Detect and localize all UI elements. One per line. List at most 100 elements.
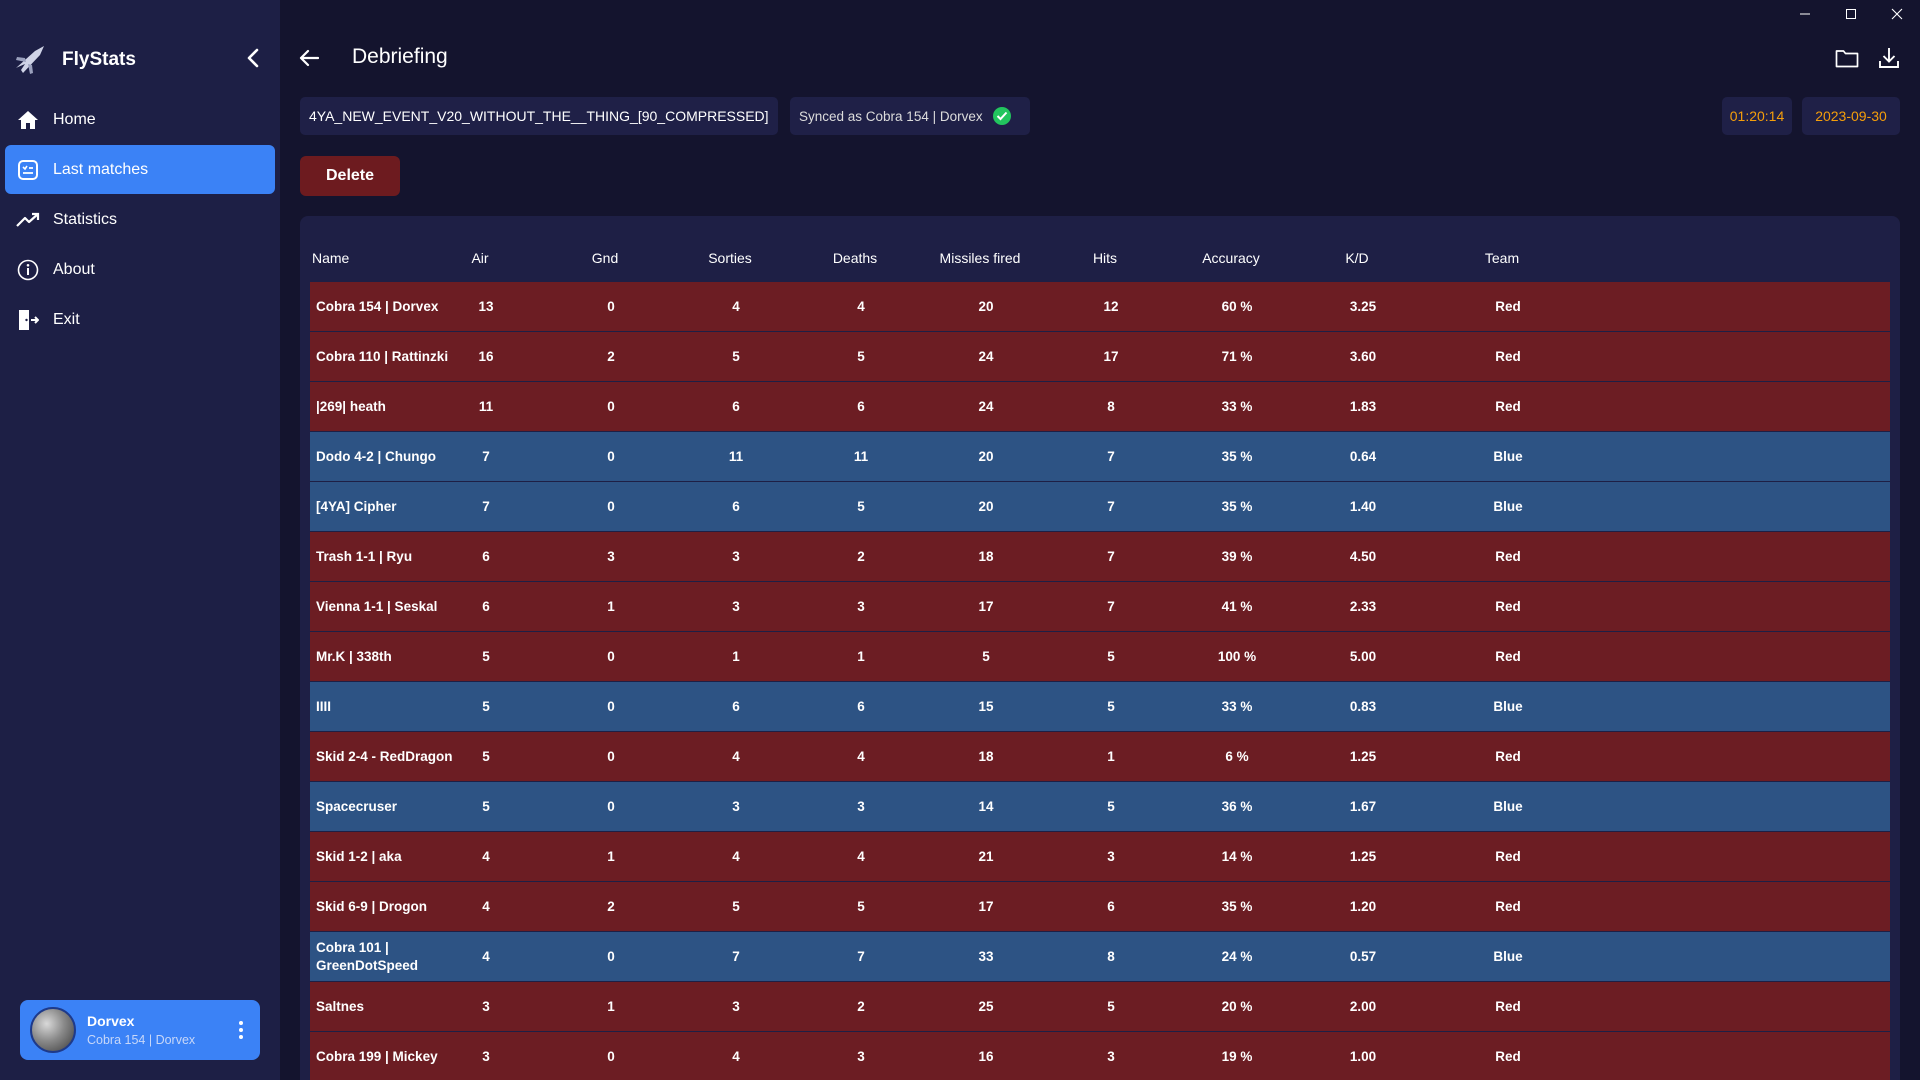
table-row[interactable]: [4YA] Cipher 7 0 6 5 20 7 35 % 1.40 Blue	[310, 482, 1890, 531]
cell-hits: 7	[1107, 548, 1115, 564]
back-button[interactable]	[296, 45, 322, 71]
cell-sorties: 4	[732, 298, 740, 314]
cell-deaths: 7	[857, 948, 865, 964]
cell-kd: 2.33	[1349, 598, 1377, 614]
avatar	[30, 1007, 76, 1053]
sidebar-item-exit[interactable]: Exit	[5, 295, 275, 344]
column-header-sorties[interactable]: Sorties	[708, 250, 752, 266]
column-header-name[interactable]: Name	[312, 250, 349, 266]
cell-sorties: 11	[728, 448, 744, 464]
column-header-gnd[interactable]: Gnd	[592, 250, 618, 266]
delete-button[interactable]: Delete	[300, 156, 400, 196]
cell-air: 4	[482, 898, 490, 914]
cell-hits: 7	[1107, 598, 1115, 614]
cell-accuracy: 36 %	[1221, 798, 1253, 814]
column-header-team[interactable]: Team	[1485, 250, 1519, 266]
column-header-accuracy[interactable]: Accuracy	[1202, 250, 1260, 266]
cell-sorties: 5	[732, 898, 740, 914]
cell-air: 4	[482, 948, 490, 964]
cell-air: 7	[482, 448, 490, 464]
cell-sorties: 6	[732, 698, 740, 714]
cell-hits: 7	[1107, 498, 1115, 514]
cell-gnd: 1	[607, 998, 615, 1014]
cell-kd: 1.00	[1349, 1048, 1377, 1064]
cell-deaths: 11	[853, 448, 869, 464]
sidebar-item-about[interactable]: About	[5, 245, 275, 294]
table-row[interactable]: Skid 2-4 - RedDragon 5 0 4 4 18 1 6 % 1.25 Red	[310, 732, 1890, 781]
minimize-icon	[1800, 13, 1810, 15]
cell-hits: 5	[1107, 998, 1115, 1014]
cell-team: Red	[1495, 598, 1521, 614]
table-header: Name Air Gnd Sorties Deaths Missiles fired Hit…	[310, 238, 1890, 278]
cell-air: 16	[478, 348, 494, 364]
cell-accuracy: 35 %	[1221, 448, 1253, 464]
cell-deaths: 2	[857, 548, 865, 564]
table-row[interactable]: Vienna 1-1 | Seskal 6 1 3 3 17 7 41 % 2.33 Red	[310, 582, 1890, 631]
table-row[interactable]: Trash 1-1 | Ryu 6 3 3 2 18 7 39 % 4.50 Red	[310, 532, 1890, 581]
table-row[interactable]: Cobra 154 | Dorvex 13 0 4 4 20 12 60 % 3.25 Red	[310, 282, 1890, 331]
table-row[interactable]: Saltnes 3 1 3 2 25 5 20 % 2.00 Red	[310, 982, 1890, 1031]
maximize-button[interactable]	[1828, 0, 1874, 28]
sidebar-item-last-matches[interactable]: Last matches	[5, 145, 275, 194]
cell-kd: 3.60	[1349, 348, 1377, 364]
cell-kd: 5.00	[1349, 648, 1377, 664]
table-row[interactable]: Mr.K | 338th 5 0 1 1 5 5 100 % 5.00 Red	[310, 632, 1890, 681]
cell-sorties: 3	[732, 548, 740, 564]
table-row[interactable]: Spacecruser 5 0 3 3 14 5 36 % 1.67 Blue	[310, 782, 1890, 831]
cell-accuracy: 60 %	[1221, 298, 1253, 314]
open-folder-button[interactable]	[1831, 44, 1863, 72]
sidebar: FlyStats Home Last matches Statistics Ab…	[0, 0, 280, 1080]
table-row[interactable]: Skid 6-9 | Drogon 4 2 5 5 17 6 35 % 1.20 Red	[310, 882, 1890, 931]
trending-up-icon	[15, 207, 41, 233]
cell-hits: 7	[1107, 448, 1115, 464]
sidebar-item-statistics[interactable]: Statistics	[5, 195, 275, 244]
cell-team: Red	[1495, 398, 1521, 414]
user-card[interactable]: Dorvex Cobra 154 | Dorvex	[20, 1000, 260, 1060]
cell-deaths: 4	[857, 848, 865, 864]
close-button[interactable]	[1874, 0, 1920, 28]
cell-team: Red	[1495, 848, 1521, 864]
table-row[interactable]: Cobra 199 | Mickey 3 0 4 3 16 3 19 % 1.00 Red	[310, 1032, 1890, 1080]
column-header-kd[interactable]: K/D	[1345, 250, 1368, 266]
more-options-icon[interactable]	[236, 1018, 246, 1042]
window-controls	[1782, 0, 1920, 28]
cell-hits: 3	[1107, 848, 1115, 864]
cell-air: 5	[482, 798, 490, 814]
cell-kd: 0.83	[1349, 698, 1377, 714]
jet-logo-icon	[12, 42, 48, 78]
table-row[interactable]: Dodo 4-2 | Chungo 7 0 11 11 20 7 35 % 0.64 Blue	[310, 432, 1890, 481]
table-row[interactable]: Skid 1-2 | aka 4 1 4 4 21 3 14 % 1.25 Red	[310, 832, 1890, 881]
table-row[interactable]: Cobra 101 | GreenDotSpeed 4 0 7 7 33 8 24 % 0.57…	[310, 932, 1890, 981]
cell-hits: 5	[1107, 698, 1115, 714]
cell-hits: 5	[1107, 648, 1115, 664]
cell-air: 6	[482, 548, 490, 564]
column-header-missiles-fired[interactable]: Missiles fired	[940, 250, 1021, 266]
user-name: Dorvex	[87, 1013, 135, 1029]
column-header-deaths[interactable]: Deaths	[833, 250, 877, 266]
cell-gnd: 2	[607, 348, 615, 364]
minimize-button[interactable]	[1782, 0, 1828, 28]
column-header-air[interactable]: Air	[471, 250, 488, 266]
table-row[interactable]: |269| heath 11 0 6 6 24 8 33 % 1.83 Red	[310, 382, 1890, 431]
cell-team: Blue	[1493, 798, 1523, 814]
cell-name: Dodo 4-2 | Chungo	[316, 448, 437, 464]
cell-accuracy: 33 %	[1221, 698, 1253, 714]
collapse-sidebar-button[interactable]	[240, 45, 266, 71]
table-row[interactable]: IIII 5 0 6 6 15 5 33 % 0.83 Blue	[310, 682, 1890, 731]
table-row[interactable]: Cobra 110 | Rattinzki 16 2 5 5 24 17 71 % 3.60 Re…	[310, 332, 1890, 381]
cell-kd: 1.25	[1349, 848, 1377, 864]
cell-team: Red	[1495, 548, 1521, 564]
cell-gnd: 0	[607, 1048, 615, 1064]
debriefing-table: Name Air Gnd Sorties Deaths Missiles fired Hit…	[300, 216, 1900, 1080]
cell-name: |269| heath	[316, 398, 386, 414]
sync-status: Synced as Cobra 154 | Dorvex	[790, 97, 1030, 135]
table-body: Cobra 154 | Dorvex 13 0 4 4 20 12 60 % 3.25 Red Co…	[310, 282, 1890, 1080]
cell-missiles-fired: 24	[978, 348, 994, 364]
cell-missiles-fired: 25	[978, 998, 994, 1014]
download-button[interactable]	[1873, 44, 1905, 72]
column-header-hits[interactable]: Hits	[1093, 250, 1117, 266]
sidebar-item-home[interactable]: Home	[5, 95, 275, 144]
cell-deaths: 1	[857, 648, 865, 664]
cell-air: 5	[482, 748, 490, 764]
cell-gnd: 0	[607, 498, 615, 514]
